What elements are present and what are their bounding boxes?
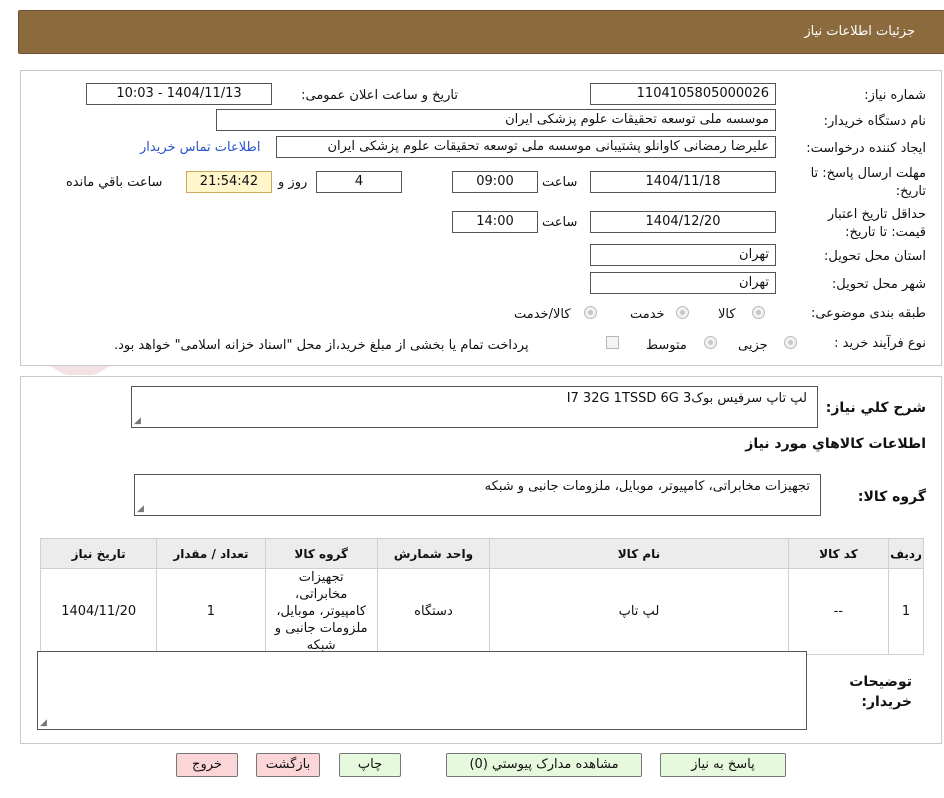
resize-handle-icon[interactable]: ◢ bbox=[40, 719, 47, 728]
deadline-time-label: ساعت bbox=[542, 175, 578, 190]
back-button[interactable]: بازگشت bbox=[256, 753, 320, 777]
announce-field: 1404/11/13 - 10:03 bbox=[86, 83, 272, 105]
creator-label: ایجاد کننده درخواست: bbox=[806, 141, 926, 156]
process-medium-radio[interactable] bbox=[704, 336, 717, 349]
validity-label: حداقل تاریخ اعتبار bbox=[827, 207, 926, 222]
remaining-time-label: ساعت باقي مانده bbox=[66, 175, 163, 190]
view-attachments-button[interactable]: مشاهده مدارک پيوستي (0) bbox=[446, 753, 642, 777]
col-group-header: گروه کالا bbox=[264, 538, 378, 569]
page-title: جزئیات اطلاعات نیاز bbox=[804, 24, 915, 39]
validity-label-line2: قیمت: تا تاریخ: bbox=[845, 225, 926, 240]
col-name-header: نام کالا bbox=[489, 538, 789, 569]
process-minor-radio[interactable] bbox=[784, 336, 797, 349]
cell-name: لپ تاپ bbox=[489, 568, 789, 655]
col-qty-header: تعداد / مقدار bbox=[156, 538, 266, 569]
category-service-label: خدمت bbox=[630, 307, 665, 322]
buyer-notes-label: توضیحات خریدار: bbox=[849, 674, 912, 710]
validity-time-field: 14:00 bbox=[452, 211, 538, 233]
deadline-label: مهلت ارسال پاسخ: تا bbox=[810, 166, 926, 181]
deadline-date-field: 1404/11/18 bbox=[590, 171, 776, 193]
category-goods-radio[interactable] bbox=[752, 306, 765, 319]
goods-group-label: گروه کالا: bbox=[857, 489, 926, 505]
buyer-contact-link[interactable]: اطلاعات تماس خریدار bbox=[140, 140, 260, 155]
process-medium-label: متوسط bbox=[646, 338, 687, 353]
resize-handle-icon[interactable]: ◢ bbox=[134, 417, 141, 426]
general-description-text: لپ تاپ سرفیس بوک3 I7 32G 1TSSD 6G bbox=[566, 391, 807, 406]
cell-qty: 1 bbox=[156, 568, 266, 655]
goods-group-field[interactable]: تجهیزات مخابراتی، کامپیوتر، موبایل، ملزو… bbox=[134, 474, 821, 516]
resize-handle-icon[interactable]: ◢ bbox=[137, 505, 144, 514]
cell-row: 1 bbox=[888, 568, 924, 655]
table-header-row: رديف کد کالا نام کالا واحد شمارش گروه کا… bbox=[39, 538, 924, 569]
creator-field: علیرضا رمضانی کاوانلو پشتیبانی موسسه ملی… bbox=[276, 136, 776, 158]
province-field: تهران bbox=[590, 244, 776, 266]
validity-date-field: 1404/12/20 bbox=[590, 211, 776, 233]
days-label: روز و bbox=[278, 175, 308, 190]
buyer-org-label: نام دستگاه خریدار: bbox=[823, 114, 926, 129]
category-both-label: کالا/خدمت bbox=[514, 307, 571, 322]
print-button[interactable]: چاپ bbox=[339, 753, 401, 777]
remaining-time-field: 21:54:42 bbox=[186, 171, 272, 193]
table-row: 1 -- لپ تاپ دستگاه تجهیزات مخابراتی، کام… bbox=[39, 568, 924, 655]
general-description-label: شرح کلي نياز: bbox=[825, 400, 926, 416]
cell-unit: دستگاه bbox=[376, 568, 491, 655]
need-number-field: 1104105805000026 bbox=[590, 83, 776, 105]
city-label: شهر محل تحویل: bbox=[831, 277, 926, 292]
general-description-field[interactable]: لپ تاپ سرفیس بوک3 I7 32G 1TSSD 6G ◢ bbox=[131, 386, 818, 428]
col-code-header: کد کالا bbox=[787, 538, 890, 569]
category-both-radio[interactable] bbox=[584, 306, 597, 319]
deadline-time-field: 09:00 bbox=[452, 171, 538, 193]
goods-table: رديف کد کالا نام کالا واحد شمارش گروه کا… bbox=[39, 538, 924, 655]
days-remaining-field: 4 bbox=[316, 171, 402, 193]
deadline-label-line2: تاریخ: bbox=[895, 184, 926, 199]
page-header: جزئیات اطلاعات نیاز bbox=[18, 10, 944, 54]
exit-button[interactable]: خروج bbox=[176, 753, 238, 777]
buyer-notes-field[interactable]: ◢ bbox=[37, 651, 807, 730]
cell-code: -- bbox=[787, 568, 890, 655]
city-field: تهران bbox=[590, 272, 776, 294]
col-unit-header: واحد شمارش bbox=[376, 538, 491, 569]
col-date-header: تاريخ نياز bbox=[39, 538, 158, 569]
cell-date: 1404/11/20 bbox=[39, 568, 158, 655]
process-type-label: نوع فرآیند خرید : bbox=[834, 336, 926, 351]
category-label: طبقه بندی موضوعی: bbox=[810, 306, 926, 321]
category-goods-label: کالا bbox=[718, 307, 736, 322]
buyer-org-field: موسسه ملی توسعه تحقیقات علوم پزشکی ایران bbox=[216, 109, 776, 131]
col-row-header: رديف bbox=[888, 538, 924, 569]
goods-group-text: تجهیزات مخابراتی، کامپیوتر، موبایل، ملزو… bbox=[484, 479, 810, 494]
treasury-payment-note: پرداخت تمام یا بخشی از مبلغ خرید،از محل … bbox=[114, 338, 529, 353]
need-number-label: شماره نیاز: bbox=[864, 88, 926, 103]
announce-label: تاریخ و ساعت اعلان عمومی: bbox=[301, 88, 458, 103]
treasury-payment-checkbox[interactable] bbox=[606, 336, 619, 349]
reply-button[interactable]: پاسخ به نیاز bbox=[660, 753, 786, 777]
category-service-radio[interactable] bbox=[676, 306, 689, 319]
cell-group: تجهیزات مخابراتی، کامپیوتر، موبایل، ملزو… bbox=[264, 568, 378, 655]
validity-time-label: ساعت bbox=[542, 215, 578, 230]
process-minor-label: جزیی bbox=[738, 338, 768, 353]
goods-info-title: اطلاعات کالاهاي مورد نياز bbox=[745, 436, 926, 452]
province-label: استان محل تحویل: bbox=[824, 249, 926, 264]
